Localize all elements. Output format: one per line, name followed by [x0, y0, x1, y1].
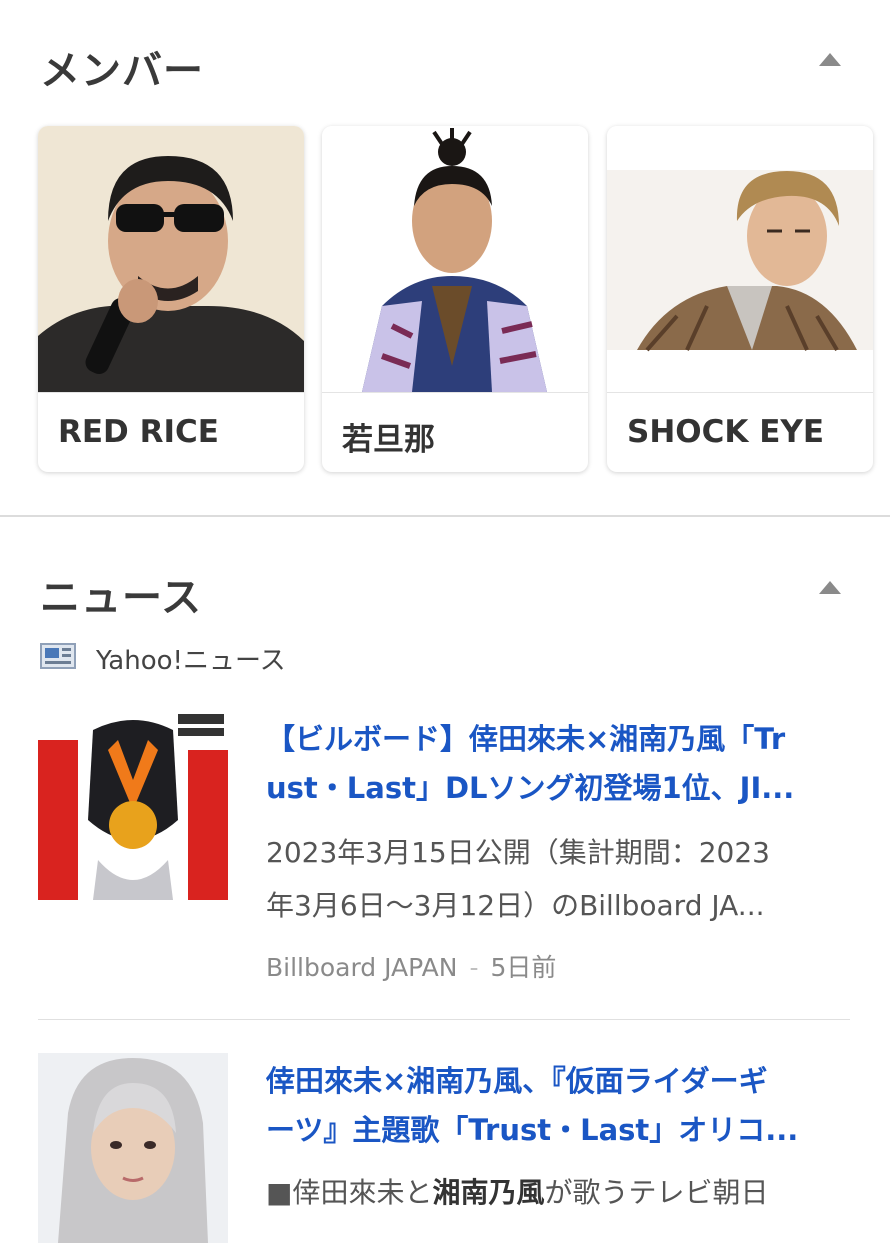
- meta-separator: -: [469, 953, 479, 982]
- news-thumbnail: [38, 710, 228, 900]
- news-meta: Billboard JAPAN -5日前: [266, 948, 556, 984]
- snippet-text: が歌うテレビ朝日: [544, 1176, 769, 1209]
- snippet-text: ■倖田來未と: [266, 1176, 433, 1209]
- news-snippet: ■倖田來未と湘南乃風が歌うテレビ朝日: [266, 1166, 852, 1219]
- news-title[interactable]: 倖田來未×湘南乃風、『仮面ライダーギ: [266, 1055, 852, 1108]
- news-source-label: Yahoo!ニュース: [96, 646, 286, 676]
- member-photo: [322, 126, 588, 392]
- news-title[interactable]: ust・Last」DLソング初登場1位、JI...: [266, 762, 852, 815]
- chevron-up-icon[interactable]: [819, 53, 841, 66]
- news-source-icon: [40, 643, 76, 669]
- section-divider: [0, 515, 890, 517]
- news-publisher: Billboard JAPAN: [266, 953, 458, 982]
- snippet-highlight: 湘南乃風: [432, 1176, 545, 1209]
- members-section-title: メンバー: [40, 48, 204, 94]
- news-title[interactable]: 【ビルボード】倖田來未×湘南乃風「Tr: [266, 713, 852, 766]
- chevron-up-icon[interactable]: [819, 581, 841, 594]
- news-thumbnail: [38, 1053, 228, 1243]
- news-title[interactable]: ーツ』主題歌「Trust・Last」オリコ...: [266, 1104, 852, 1157]
- article-divider: [38, 1019, 850, 1020]
- member-photo: [38, 126, 304, 392]
- member-card-wakadanna[interactable]: 若旦那: [322, 126, 588, 472]
- member-card-shock-eye[interactable]: SHOCK EYE: [607, 126, 873, 472]
- news-snippet: 年3月6日〜3月12日）のBillboard JA...: [266, 889, 765, 922]
- member-photo: [607, 126, 873, 392]
- member-name: SHOCK EYE: [627, 414, 824, 450]
- news-snippet: 2023年3月15日公開（集計期間：2023: [266, 836, 770, 869]
- member-card-red-rice[interactable]: RED RICE: [38, 126, 304, 472]
- news-time: 5日前: [490, 953, 557, 982]
- member-name: RED RICE: [58, 414, 219, 450]
- member-name: 若旦那: [342, 422, 435, 458]
- news-section-title: ニュース: [40, 575, 202, 621]
